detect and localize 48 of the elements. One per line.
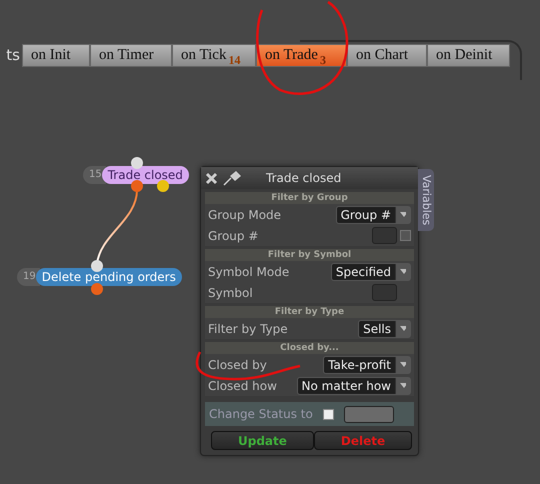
node-number: 15 (83, 166, 106, 184)
caret-icon[interactable] (400, 269, 406, 274)
section-heading: Filter by Type (205, 306, 414, 318)
dropdown[interactable]: Sells (358, 320, 411, 338)
tab-label[interactable]: ts (0, 44, 22, 67)
field-label: Group Mode (208, 206, 282, 224)
tab[interactable]: on Tick$_{14}$ (172, 44, 256, 67)
caret-icon[interactable] (400, 212, 406, 217)
checkbox[interactable] (400, 230, 411, 241)
field-label: Group # (208, 228, 258, 244)
section-heading: Closed by... (205, 342, 414, 354)
dialog-title: Trade closed (266, 170, 342, 187)
caret-icon[interactable] (400, 326, 406, 331)
pin-icon[interactable] (222, 170, 242, 186)
node-number: 19 (17, 268, 40, 286)
input-field[interactable] (344, 406, 394, 422)
tab[interactable]: on Init (22, 44, 90, 67)
update-button[interactable]: Update (211, 431, 314, 450)
tab[interactable]: on Chart (347, 44, 427, 67)
dropdown[interactable]: Group # (336, 206, 411, 224)
output-port (91, 283, 103, 295)
field-label: Closed by (208, 356, 267, 374)
node-label[interactable]: Trade closed (102, 166, 189, 184)
dropdown[interactable]: No matter how (296, 376, 411, 394)
field-label: Filter by Type (208, 320, 288, 338)
input-port (91, 260, 103, 272)
field-label: Change Status to (209, 406, 313, 423)
close-icon[interactable] (205, 172, 218, 184)
input-field[interactable] (372, 227, 397, 244)
section-heading: Filter by Symbol (205, 249, 414, 261)
tab[interactable]: on Trade$_{3}$ (256, 44, 347, 67)
node-label[interactable]: Delete pending orders (36, 268, 182, 286)
caret-icon[interactable] (400, 362, 406, 367)
tab[interactable]: on Timer (90, 44, 172, 67)
tab[interactable]: on Deinit (427, 44, 510, 67)
input-field[interactable] (372, 284, 397, 301)
input-port (131, 157, 143, 169)
output-port (157, 180, 169, 192)
caret-icon[interactable] (400, 383, 406, 388)
side-tab[interactable]: Variables (418, 169, 434, 231)
field-label: Closed how (208, 378, 277, 394)
dropdown[interactable]: Take-profit (323, 356, 411, 374)
field-label: Symbol (208, 284, 253, 302)
field-label: Symbol Mode (208, 264, 290, 280)
output-port (131, 180, 143, 192)
checkbox[interactable] (322, 408, 334, 420)
dropdown[interactable]: Specified (330, 262, 411, 280)
section-heading: Filter by Group (205, 192, 414, 204)
